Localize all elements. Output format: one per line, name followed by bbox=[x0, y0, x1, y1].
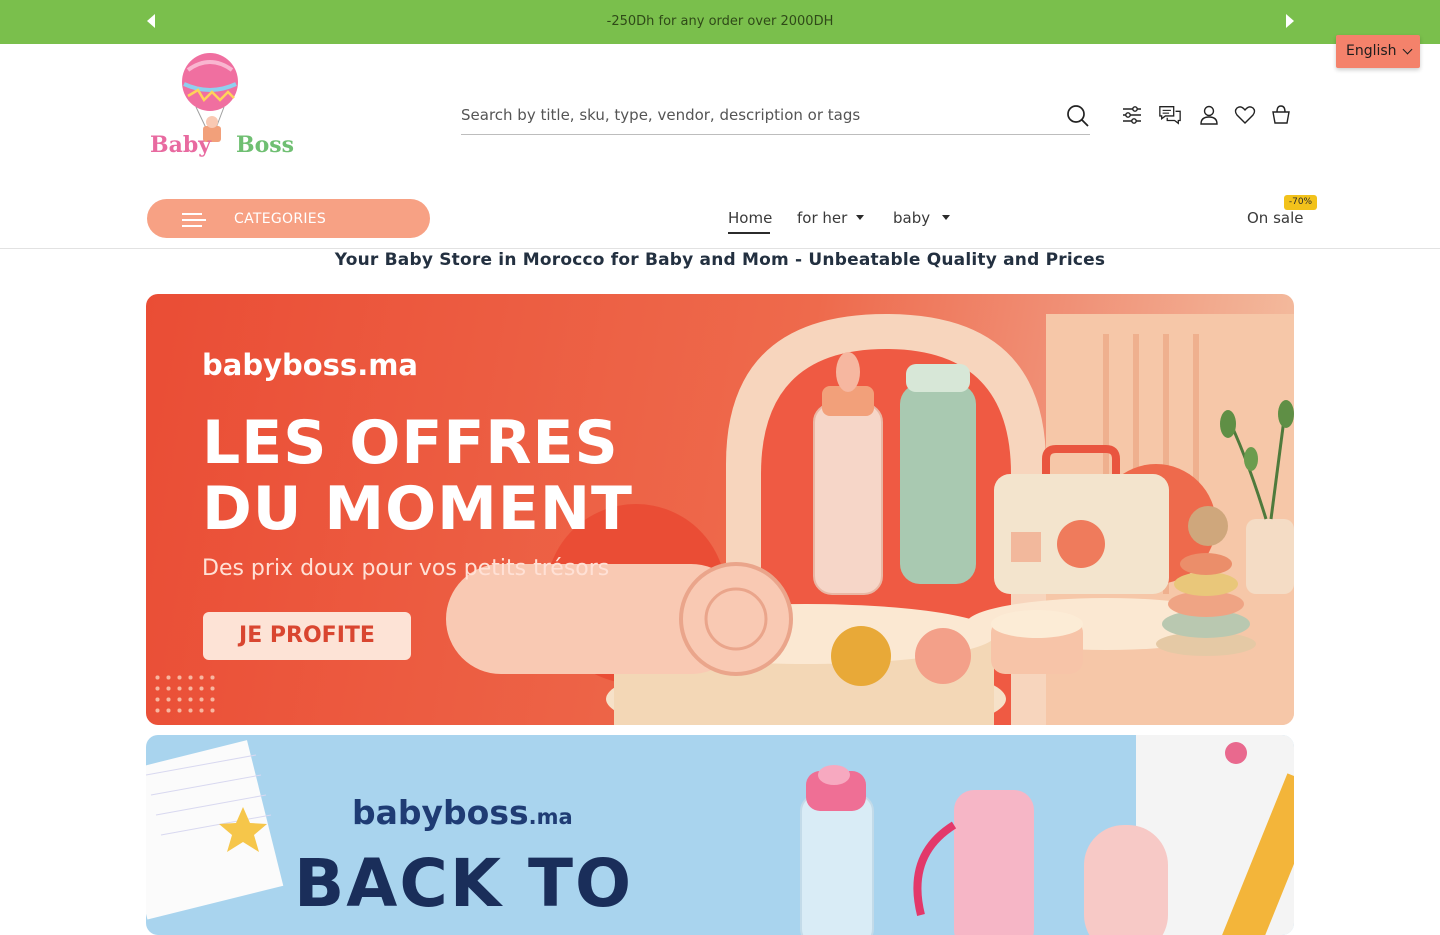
banner-cta-button[interactable]: JE PROFITE bbox=[203, 612, 411, 660]
page-tagline: Your Baby Store in Morocco for Baby and … bbox=[334, 250, 1106, 270]
banner2-headline: BACK TO bbox=[294, 845, 634, 922]
nav-baby[interactable]: baby bbox=[893, 209, 930, 227]
dot-pattern-decoration bbox=[152, 672, 216, 714]
announcement-message: -250Dh for any order over 2000DH bbox=[606, 14, 834, 29]
triangle-right-icon[interactable] bbox=[1286, 14, 1294, 28]
nav-on-sale[interactable]: On sale bbox=[1247, 209, 1303, 227]
hamburger-menu-icon bbox=[182, 213, 206, 227]
banner-headline-line1: LES OFFRES bbox=[202, 408, 619, 478]
wishlist-heart-icon[interactable] bbox=[1233, 103, 1257, 127]
language-label: English bbox=[1346, 43, 1397, 59]
nav-for-her[interactable]: for her bbox=[797, 209, 847, 227]
announcement-bar: -250Dh for any order over 2000DH bbox=[0, 0, 1440, 44]
store-logo[interactable]: Baby Boss bbox=[148, 52, 294, 164]
nav-home[interactable]: Home bbox=[728, 209, 772, 227]
logo-text-boss: Boss bbox=[236, 132, 295, 158]
banner-brand: babyboss.ma bbox=[202, 348, 418, 382]
language-selector[interactable]: English bbox=[1336, 35, 1420, 68]
banner-headline-line2: DU MOMENT bbox=[202, 474, 633, 544]
search-bar bbox=[461, 96, 1090, 135]
logo-text-baby: Baby bbox=[150, 132, 212, 158]
banner2-brand-name: babyboss bbox=[352, 793, 529, 832]
chat-icon[interactable] bbox=[1158, 103, 1182, 127]
chevron-down-icon bbox=[1402, 44, 1413, 55]
banner2-brand: babyboss.ma bbox=[352, 793, 573, 832]
hero-banner-back-to-school[interactable]: babyboss.ma BACK TO bbox=[146, 735, 1294, 935]
categories-label: CATEGORIES bbox=[234, 211, 327, 227]
header-divider bbox=[0, 248, 1440, 249]
categories-button[interactable]: CATEGORIES bbox=[147, 199, 430, 238]
sale-badge: -70% bbox=[1284, 195, 1317, 210]
banner2-brand-suffix: .ma bbox=[528, 805, 573, 829]
nav-home-underline bbox=[728, 232, 770, 234]
banner-subtitle: Des prix doux pour vos petits trésors bbox=[202, 556, 610, 581]
filter-sliders-icon[interactable] bbox=[1120, 103, 1144, 127]
caret-down-icon[interactable] bbox=[942, 215, 950, 220]
banner-headline: LES OFFRES DU MOMENT bbox=[202, 410, 633, 542]
search-icon[interactable] bbox=[1066, 104, 1090, 128]
hero-banner-offers[interactable]: babyboss.ma LES OFFRES DU MOMENT Des pri… bbox=[146, 294, 1294, 725]
caret-down-icon[interactable] bbox=[856, 215, 864, 220]
search-input[interactable] bbox=[461, 96, 1041, 134]
cart-icon[interactable] bbox=[1269, 103, 1293, 127]
account-icon[interactable] bbox=[1197, 103, 1221, 127]
